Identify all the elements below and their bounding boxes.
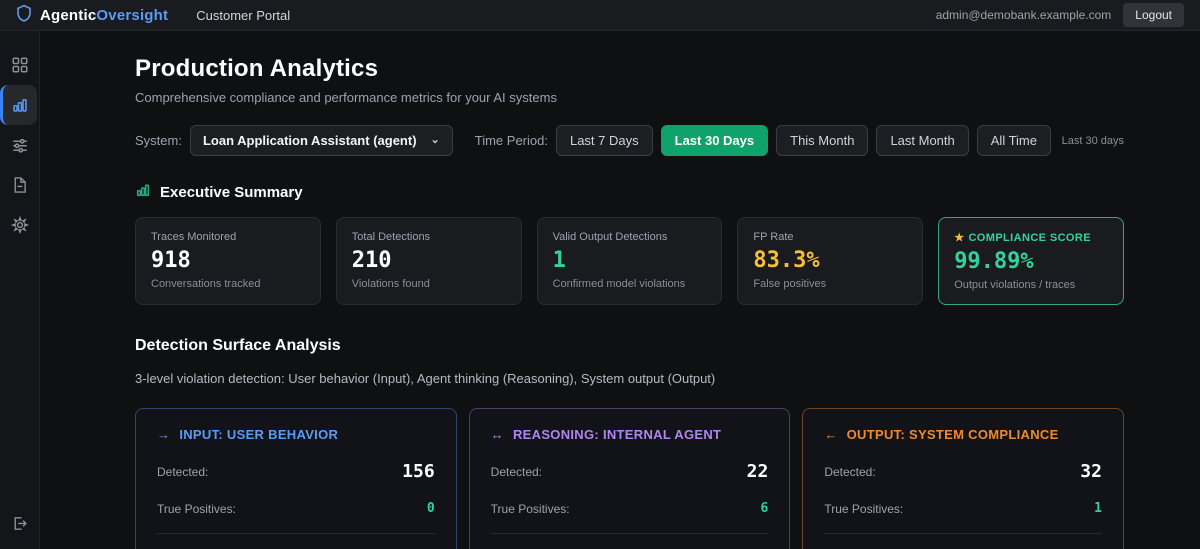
true-positives-label: True Positives: bbox=[157, 501, 236, 516]
page-title: Production Analytics bbox=[135, 55, 379, 82]
detection-card-header: ← OUTPUT: SYSTEM COMPLIANCE bbox=[824, 427, 1059, 442]
summary-card-compliance-score: ★ COMPLIANCE SCORE 99.89% Output violatio… bbox=[938, 217, 1124, 305]
detection-section-title: Detection Surface Analysis bbox=[135, 337, 341, 354]
time-period-label: Time Period: bbox=[474, 133, 548, 148]
card-label: Valid Output Detections bbox=[552, 231, 668, 243]
summary-card-valid-output-detections: Valid Output Detections 1 Confirmed mode… bbox=[536, 217, 723, 305]
card-value: 1 bbox=[552, 248, 566, 273]
detected-label: Detected: bbox=[157, 464, 209, 479]
system-label: System: bbox=[135, 133, 182, 148]
grid-icon bbox=[11, 56, 29, 74]
card-value: 918 bbox=[151, 248, 191, 273]
detection-card-output: ← OUTPUT: SYSTEM COMPLIANCE Detected: 32… bbox=[802, 408, 1124, 549]
arrow-left-icon: ← bbox=[824, 427, 838, 442]
filter-bar: System: Loan Application Assistant (agen… bbox=[135, 125, 1124, 156]
star-icon: ★ bbox=[954, 232, 965, 244]
summary-card-fp-rate: FP Rate 83.3% False positives bbox=[737, 217, 924, 305]
sidebar-item-dashboard[interactable] bbox=[0, 45, 39, 85]
user-email: admin@demobank.example.com bbox=[935, 8, 1112, 22]
card-value: 83.3% bbox=[753, 248, 820, 273]
card-sublabel: False positives bbox=[753, 278, 827, 290]
sidebar-item-analytics[interactable] bbox=[0, 85, 37, 125]
detected-value: 22 bbox=[746, 461, 769, 482]
sign-out-icon bbox=[11, 515, 28, 532]
period-button-last-7-days[interactable]: Last 7 Days bbox=[555, 125, 653, 156]
detected-label: Detected: bbox=[824, 464, 876, 479]
true-positives-value: 0 bbox=[426, 501, 435, 516]
page-subtitle: Comprehensive compliance and performance… bbox=[135, 90, 557, 105]
card-label: Traces Monitored bbox=[151, 231, 237, 243]
period-button-last-month[interactable]: Last Month bbox=[876, 125, 969, 156]
card-sublabel: Violations found bbox=[351, 278, 430, 290]
card-sublabel: Confirmed model violations bbox=[552, 278, 686, 290]
detection-card-reasoning: ↔ REASONING: INTERNAL AGENT Detected: 22… bbox=[468, 408, 791, 549]
true-positives-value: 6 bbox=[760, 501, 769, 516]
card-label: FP Rate bbox=[753, 231, 794, 243]
true-positives-label: True Positives: bbox=[490, 501, 570, 516]
system-select[interactable]: Loan Application Assistant (agent) ⌄ bbox=[189, 125, 453, 156]
sidebar-item-settings[interactable] bbox=[0, 205, 39, 245]
system-select-value: Loan Application Assistant (agent) bbox=[202, 133, 417, 148]
detected-label: Detected: bbox=[490, 464, 543, 479]
bar-chart-icon bbox=[135, 182, 151, 203]
period-button-this-month[interactable]: This Month bbox=[776, 125, 869, 156]
arrow-right-icon: → bbox=[157, 427, 171, 442]
card-label: Total Detections bbox=[351, 231, 431, 243]
true-positives-label: True Positives: bbox=[824, 501, 904, 516]
sidebar-item-reports[interactable] bbox=[0, 165, 39, 205]
true-positives-value: 1 bbox=[1094, 501, 1102, 516]
divider bbox=[157, 533, 435, 534]
topbar: AgenticOversight Customer Portal admin@d… bbox=[0, 0, 1200, 31]
gear-icon bbox=[10, 216, 29, 234]
period-button-all-time[interactable]: All Time bbox=[976, 125, 1051, 156]
sidebar bbox=[0, 31, 40, 549]
chevron-down-icon: ⌄ bbox=[430, 134, 440, 146]
card-value: 99.89% bbox=[954, 249, 1034, 274]
summary-cards: Traces Monitored 918 Conversations track… bbox=[135, 217, 1124, 305]
portal-label: Customer Portal bbox=[196, 7, 291, 23]
shield-icon bbox=[16, 4, 32, 27]
summary-card-total-detections: Total Detections 210 Violations found bbox=[335, 217, 522, 305]
detection-card-header: ↔ REASONING: INTERNAL AGENT bbox=[490, 427, 722, 442]
card-sublabel: Output violations / traces bbox=[954, 279, 1076, 291]
executive-summary-title: Executive Summary bbox=[160, 184, 303, 201]
main-content: Production Analytics Comprehensive compl… bbox=[40, 31, 1200, 549]
period-button-last-30-days[interactable]: Last 30 Days bbox=[660, 125, 769, 156]
divider bbox=[824, 533, 1102, 534]
document-icon bbox=[11, 176, 28, 194]
executive-summary-header: Executive Summary bbox=[135, 182, 1124, 203]
sidebar-item-signout[interactable] bbox=[0, 503, 39, 543]
logout-button[interactable]: Logout bbox=[1123, 3, 1184, 27]
divider bbox=[490, 533, 769, 534]
bar-chart-icon bbox=[11, 96, 29, 114]
detected-value: 32 bbox=[1080, 461, 1102, 482]
card-label: ★ COMPLIANCE SCORE bbox=[954, 232, 1091, 244]
range-note: Last 30 days bbox=[1061, 134, 1124, 147]
detection-card-header: → INPUT: USER BEHAVIOR bbox=[157, 427, 339, 442]
arrow-both-icon: ↔ bbox=[490, 427, 504, 442]
detection-section-subtitle: 3-level violation detection: User behavi… bbox=[135, 371, 716, 386]
sidebar-item-controls[interactable] bbox=[0, 125, 39, 165]
brand: AgenticOversight bbox=[16, 4, 168, 27]
detected-value: 156 bbox=[402, 461, 435, 482]
sliders-icon bbox=[11, 136, 29, 154]
summary-card-traces-monitored: Traces Monitored 918 Conversations track… bbox=[135, 217, 321, 305]
brand-name: AgenticOversight bbox=[40, 6, 169, 24]
card-sublabel: Conversations tracked bbox=[151, 278, 261, 290]
detection-cards: → INPUT: USER BEHAVIOR Detected: 156 Tru… bbox=[135, 408, 1124, 549]
card-value: 210 bbox=[351, 248, 392, 273]
detection-card-input: → INPUT: USER BEHAVIOR Detected: 156 Tru… bbox=[135, 408, 457, 549]
